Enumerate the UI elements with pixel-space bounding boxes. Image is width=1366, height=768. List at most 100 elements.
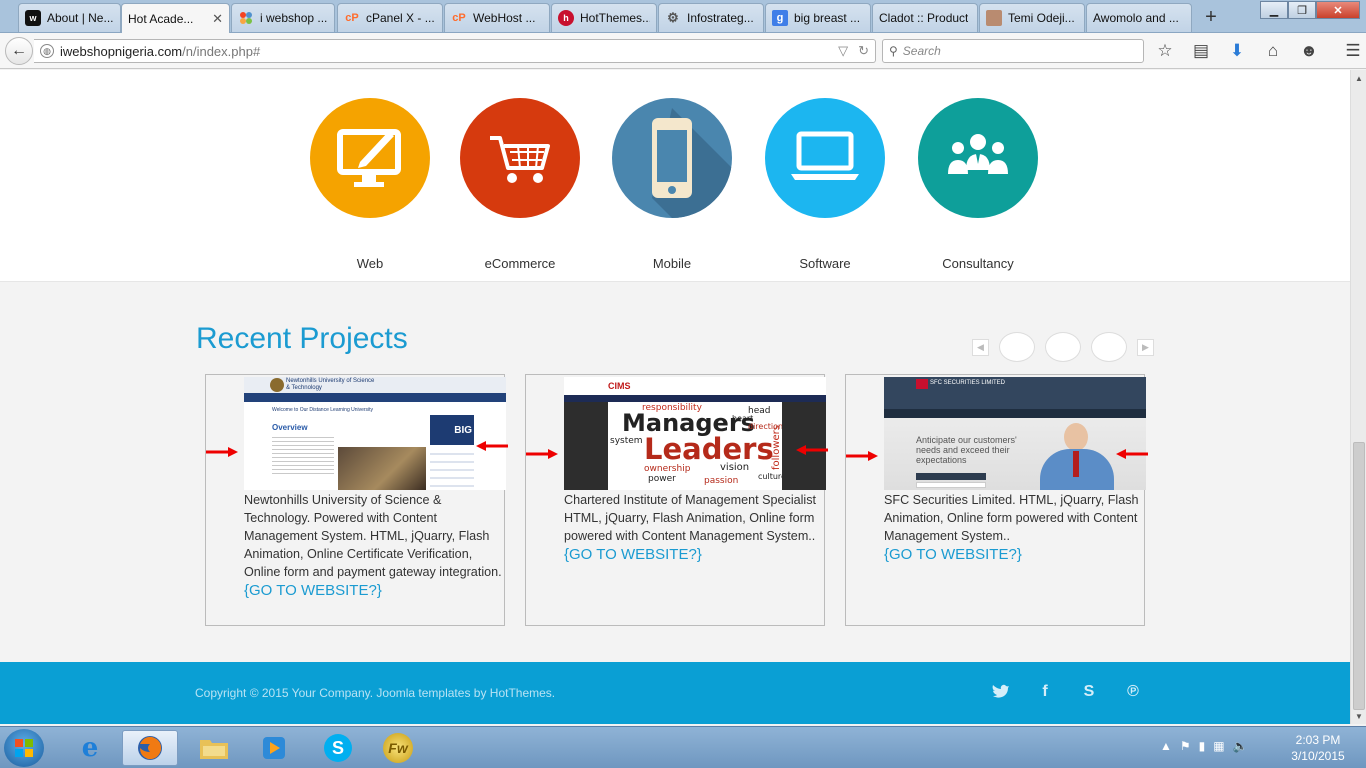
tab-infostrategy[interactable]: ⚙ Infostrateg... bbox=[658, 3, 764, 32]
tab-hot-academy[interactable]: Hot Acade... ✕ bbox=[121, 3, 230, 33]
people-icon bbox=[948, 134, 1008, 174]
thumb-word: vision bbox=[720, 462, 750, 473]
home-icon[interactable]: ⌂ bbox=[1262, 41, 1284, 61]
project-description-text: SFC Securities Limited. HTML, jQuarry, F… bbox=[884, 493, 1139, 543]
carousel-dot[interactable] bbox=[1045, 332, 1081, 362]
service-consultancy[interactable]: Consultancy bbox=[916, 98, 1040, 271]
taskbar-skype[interactable]: S bbox=[310, 730, 366, 766]
carousel-next-icon[interactable]: ▶ bbox=[1137, 338, 1154, 356]
skype-icon[interactable]: S bbox=[1078, 681, 1100, 703]
go-to-website-link[interactable]: {GO TO WEBSITE?} bbox=[244, 582, 506, 600]
tab-cpanel[interactable]: cP cPanel X - ... bbox=[337, 3, 443, 32]
twitter-icon[interactable] bbox=[990, 681, 1012, 703]
taskbar-explorer[interactable] bbox=[186, 730, 242, 766]
thumb-word: passion bbox=[704, 476, 739, 486]
thumb-title: Newtonhills University of Science & Tech… bbox=[286, 378, 375, 391]
smiley-icon[interactable]: ☻ bbox=[1298, 41, 1320, 61]
minimize-icon[interactable]: ▁ bbox=[1260, 1, 1288, 19]
service-label: Consultancy bbox=[942, 256, 1014, 271]
facebook-icon[interactable]: f bbox=[1034, 681, 1056, 703]
search-icon: ⚲ bbox=[889, 44, 898, 58]
red-arrow-icon bbox=[796, 445, 828, 455]
scroll-down-icon[interactable]: ▼ bbox=[1351, 708, 1366, 724]
skype-app-icon: S bbox=[324, 734, 352, 762]
vertical-scrollbar[interactable]: ▲ ▼ bbox=[1350, 70, 1366, 724]
thumb-tagline: Anticipate our customers' needs and exce… bbox=[916, 435, 1017, 465]
carousel-dot[interactable] bbox=[1091, 332, 1127, 362]
start-button[interactable] bbox=[4, 729, 44, 767]
google-icon: g bbox=[772, 10, 788, 26]
thumb-logo: SFC SECURITIES LIMITED bbox=[930, 380, 1006, 386]
carousel-prev-icon[interactable]: ◀ bbox=[972, 338, 989, 356]
thumb-badge: BIG bbox=[430, 415, 474, 445]
address-bar[interactable]: ◍ iwebshopnigeria.com /n/index.php# ▽ ↻ bbox=[34, 39, 876, 63]
red-arrow-icon bbox=[526, 449, 558, 459]
media-player-icon bbox=[263, 737, 285, 759]
close-window-icon[interactable]: ✕ bbox=[1316, 1, 1360, 19]
clock-time: 2:03 PM bbox=[1295, 733, 1341, 747]
scroll-up-icon[interactable]: ▲ bbox=[1351, 70, 1366, 86]
tab-iwebshop[interactable]: i webshop ... bbox=[231, 3, 335, 32]
project-thumbnail[interactable]: SFC SECURITIES LIMITED Anticipate our cu… bbox=[884, 377, 1146, 490]
service-ecommerce[interactable]: eCommerce bbox=[458, 98, 582, 271]
globe-icon: ◍ bbox=[40, 44, 54, 58]
firefox-icon bbox=[138, 736, 162, 760]
tab-awomolo[interactable]: Awomolo and ... bbox=[1086, 3, 1192, 32]
tab-label: cPanel X - ... bbox=[366, 11, 435, 25]
web-page: Web eCommerce Mobile Software Consultanc… bbox=[0, 70, 1350, 724]
joomla-icon bbox=[238, 10, 254, 26]
tab-webhost[interactable]: cP WebHost ... bbox=[444, 3, 550, 32]
tab-about[interactable]: w About | Ne... bbox=[18, 3, 121, 32]
maximize-icon[interactable]: ❐ bbox=[1288, 1, 1316, 19]
thumb-word: direction bbox=[748, 422, 782, 431]
taskbar-media-player[interactable] bbox=[246, 730, 302, 766]
taskbar-firefox[interactable] bbox=[122, 730, 178, 766]
volume-icon[interactable]: 🔈 bbox=[1233, 739, 1248, 753]
flag-icon[interactable]: ⚑ bbox=[1180, 739, 1191, 753]
dropdown-arrow-icon[interactable]: ▽ bbox=[838, 43, 848, 59]
battery-icon[interactable]: ▮ bbox=[1199, 739, 1206, 753]
download-icon[interactable]: ⬇ bbox=[1226, 41, 1248, 61]
tab-cladot[interactable]: Cladot :: Product bbox=[872, 3, 978, 32]
pinterest-icon[interactable]: ℗ bbox=[1122, 681, 1144, 703]
menu-icon[interactable]: ☰ bbox=[1342, 41, 1364, 61]
search-input[interactable]: ⚲ Search bbox=[882, 39, 1144, 63]
thumb-word: culture bbox=[758, 472, 782, 481]
bookmark-star-icon[interactable]: ☆ bbox=[1154, 41, 1176, 61]
tab-label: HotThemes... bbox=[580, 11, 650, 25]
project-description: Newtonhills University of Science & Tech… bbox=[244, 491, 506, 600]
service-circle bbox=[918, 98, 1038, 218]
service-software[interactable]: Software bbox=[763, 98, 887, 271]
project-card: Newtonhills University of Science & Tech… bbox=[205, 374, 508, 626]
hotthemes-icon: h bbox=[558, 10, 574, 26]
reading-list-icon[interactable]: ▤ bbox=[1190, 41, 1212, 61]
toolbar-icons: ☆ ▤ ⬇ ⌂ ☻ ☰ bbox=[1154, 41, 1364, 61]
back-arrow-icon[interactable]: ← bbox=[5, 37, 33, 65]
scroll-thumb[interactable] bbox=[1353, 442, 1365, 710]
system-clock[interactable]: 2:03 PM 3/10/2015 bbox=[1278, 732, 1358, 764]
new-tab-button[interactable]: + bbox=[1200, 6, 1222, 29]
project-thumbnail[interactable]: CIMS responsibility Managers Leaders fol… bbox=[564, 377, 826, 490]
go-to-website-link[interactable]: {GO TO WEBSITE?} bbox=[884, 546, 1146, 564]
social-links: f S ℗ bbox=[990, 681, 1144, 703]
tab-hotthemes[interactable]: h HotThemes... bbox=[551, 3, 657, 32]
service-web[interactable]: Web bbox=[308, 98, 432, 271]
url-host: iwebshopnigeria.com bbox=[60, 43, 183, 59]
reload-icon[interactable]: ↻ bbox=[858, 43, 869, 59]
window-controls: ▁ ❐ ✕ bbox=[1260, 1, 1360, 19]
taskbar-ie[interactable]: e bbox=[62, 730, 118, 766]
project-card: CIMS responsibility Managers Leaders fol… bbox=[525, 374, 828, 626]
taskbar-app[interactable]: Fw bbox=[370, 730, 426, 766]
tab-google-search[interactable]: g big breast ... bbox=[765, 3, 871, 32]
thumb-word: Leaders bbox=[644, 432, 774, 466]
go-to-website-link[interactable]: {GO TO WEBSITE?} bbox=[564, 546, 826, 564]
carousel-dot[interactable] bbox=[999, 332, 1035, 362]
close-tab-icon[interactable]: ✕ bbox=[212, 11, 223, 27]
recent-projects-title: Recent Projects bbox=[196, 322, 408, 355]
tab-temi[interactable]: Temi Odeji... bbox=[979, 3, 1085, 32]
service-mobile[interactable]: Mobile bbox=[610, 98, 734, 271]
project-thumbnail[interactable]: Newtonhills University of Science & Tech… bbox=[244, 377, 506, 490]
tray-expand-icon[interactable]: ▲ bbox=[1160, 739, 1172, 753]
network-icon[interactable]: ▦ bbox=[1213, 739, 1224, 753]
red-arrow-icon bbox=[476, 441, 508, 451]
